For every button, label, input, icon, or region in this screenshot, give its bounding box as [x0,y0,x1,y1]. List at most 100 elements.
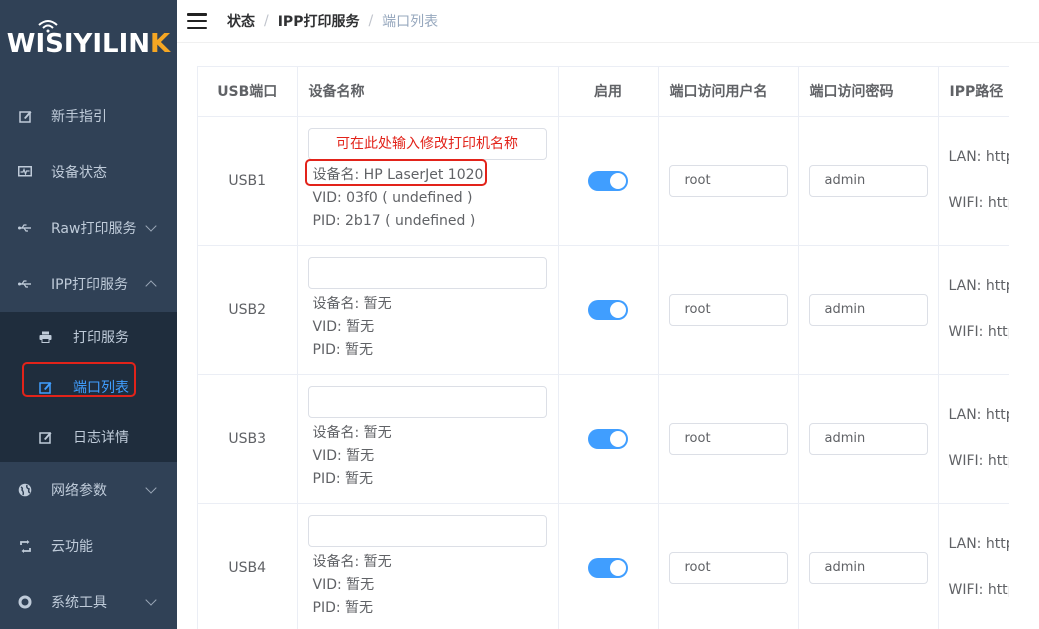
wifi-path-text: WIFI: http [948,195,1010,211]
pid-text: PID: 2b17 ( undefined ) [312,212,476,229]
chevron-down-icon [145,482,157,494]
lifebuoy-icon [18,595,32,609]
submenu-item-log-details[interactable]: 日志详情 [0,412,177,462]
port-table-grid: USB端口 设备名称 启用 端口访问用户名 端口访问密码 IPP路径 USB1 … [198,67,1009,629]
col-header-device-name: 设备名称 [297,67,559,117]
vid-text: VID: 暂无 [312,318,375,335]
lan-path-text: LAN: http [948,278,1010,294]
username-input[interactable]: root [668,293,788,326]
table-row: USB2 设备名: 暂无 VID: 暂无 PID: 暂无 root admin … [198,245,1010,375]
breadcrumb-root[interactable]: 状态 [227,11,255,31]
sidebar-item-label: IPP打印服务 [51,277,129,293]
password-cell: admin [798,116,939,246]
device-name-text: 设备名: 暂无 [312,553,392,570]
ipp-path-cell: LAN: http WIFI: http [938,245,1010,375]
sidebar-item-label: 网络参数 [51,483,107,499]
table-header-row: USB端口 设备名称 启用 端口访问用户名 端口访问密码 IPP路径 [198,67,1009,117]
password-input[interactable]: admin [808,551,928,584]
device-cell: 设备名: 暂无 VID: 暂无 PID: 暂无 [297,374,559,504]
sync-icon [18,539,32,553]
sidebar: WISIYILINK 新手指引 设备状态 Raw打印服务 IPP打印服务 打印服… [0,0,177,629]
pid-text: PID: 暂无 [312,341,374,358]
enable-toggle[interactable] [588,170,628,191]
pid-text: PID: 暂无 [312,470,374,487]
wifi-path-text: WIFI: http [948,582,1010,598]
ipp-path-cell: LAN: http WIFI: http [938,116,1010,246]
enable-cell [558,374,659,504]
ipp-path-cell: LAN: http WIFI: http [938,374,1010,504]
wifi-icon [38,20,58,33]
sidebar-item-ipp-print[interactable]: IPP打印服务 [0,256,177,312]
menu-toggle-icon[interactable] [187,13,207,29]
breadcrumb-section[interactable]: IPP打印服务 [278,11,360,31]
submenu-item-print-service[interactable]: 打印服务 [0,312,177,362]
lan-path-text: LAN: http [948,407,1010,423]
password-input[interactable]: admin [808,164,928,197]
enable-cell [558,116,659,246]
sidebar-item-label: 云功能 [51,539,93,555]
password-cell: admin [798,503,939,629]
breadcrumb-separator: / [264,13,269,29]
globe-icon [18,483,32,497]
password-cell: admin [798,374,939,504]
col-header-ipp-path: IPP路径 [938,67,1009,117]
vid-text: VID: 暂无 [312,447,375,464]
edit-icon [38,430,52,444]
printer-name-input[interactable] [307,385,547,418]
submenu-item-label: 日志详情 [73,430,129,446]
sidebar-item-device-status[interactable]: 设备状态 [0,144,177,200]
port-cell: USB3 [198,374,298,504]
enable-toggle[interactable] [588,428,628,449]
sidebar-item-guide[interactable]: 新手指引 [0,88,177,144]
chevron-down-icon [145,220,157,232]
sidebar-item-network[interactable]: 网络参数 [0,462,177,518]
printer-name-input[interactable] [307,256,547,289]
sidebar-item-label: 系统工具 [51,595,107,611]
port-table: USB端口 设备名称 启用 端口访问用户名 端口访问密码 IPP路径 USB1 … [197,66,1009,629]
password-input[interactable]: admin [808,293,928,326]
col-header-password: 端口访问密码 [798,67,939,117]
col-header-username: 端口访问用户名 [658,67,799,117]
ipp-path-cell: LAN: http WIFI: http [938,503,1009,629]
username-input[interactable]: root [668,551,788,584]
port-cell: USB1 [198,116,298,246]
username-cell: root [658,374,799,504]
wifi-path-text: WIFI: http [948,453,1010,469]
username-input[interactable]: root [668,422,788,455]
submenu-item-label: 打印服务 [73,330,129,346]
printer-name-input[interactable] [307,514,547,547]
device-cell: 设备名: 暂无 VID: 暂无 PID: 暂无 [297,503,559,629]
port-cell: USB4 [198,503,298,629]
logo: WISIYILINK [0,0,177,88]
enable-toggle[interactable] [588,557,628,578]
password-cell: admin [798,245,939,375]
breadcrumb-current: 端口列表 [382,14,439,30]
sidebar-item-system-tools[interactable]: 系统工具 [0,574,177,629]
logo-text-main: WISIYILIN [6,29,151,59]
username-cell: root [658,245,799,375]
password-input[interactable]: admin [808,422,928,455]
table-row: USB4 设备名: 暂无 VID: 暂无 PID: 暂无 root admin … [198,503,1009,629]
usb-icon [18,221,32,235]
breadcrumb-separator: / [368,13,374,29]
usb-icon [18,277,32,291]
monitor-icon [18,165,32,179]
printer-icon [38,330,52,344]
sidebar-item-cloud[interactable]: 云功能 [0,518,177,574]
device-name-text: 设备名: 暂无 [312,295,392,312]
sidebar-item-raw-print[interactable]: Raw打印服务 [0,200,177,256]
enable-cell [558,245,659,375]
enable-toggle[interactable] [588,299,628,320]
highlight-box [305,159,487,186]
username-cell: root [658,116,799,246]
chevron-up-icon [145,280,157,292]
logo-text-end: K [150,29,171,59]
wifi-path-text: WIFI: http [948,324,1010,340]
chevron-down-icon [145,594,157,606]
table-row: USB3 设备名: 暂无 VID: 暂无 PID: 暂无 root admin … [198,374,1010,504]
device-cell: 设备名: 暂无 VID: 暂无 PID: 暂无 [297,245,559,375]
sidebar-item-label: Raw打印服务 [51,221,137,237]
lan-path-text: LAN: http [948,149,1010,165]
username-input[interactable]: root [668,164,788,197]
printer-name-input[interactable]: 可在此处输入修改打印机名称 [307,127,547,160]
